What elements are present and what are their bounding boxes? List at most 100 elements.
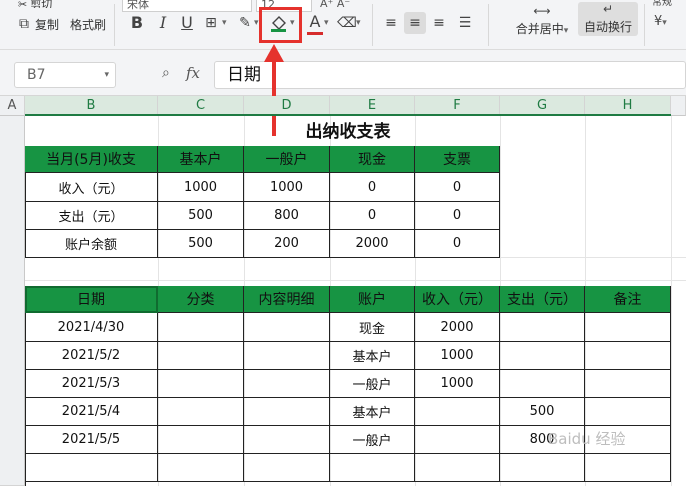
ledger-cell[interactable]	[158, 370, 244, 398]
ledger-cell[interactable]	[415, 454, 500, 482]
align-right-button[interactable]: ≡	[428, 12, 450, 34]
cell-style-button[interactable]: ✎	[234, 12, 256, 34]
summary-cell[interactable]: 0	[330, 202, 415, 230]
ledger-cell[interactable]: 2021/5/4	[25, 398, 158, 426]
summary-header-cell[interactable]: 一般户	[244, 146, 330, 173]
ledger-cell[interactable]	[500, 454, 585, 482]
font-name-select[interactable]: 宋体	[122, 0, 252, 12]
summary-cell[interactable]: 200	[244, 230, 330, 258]
ledger-cell[interactable]: 2000	[415, 313, 500, 342]
currency-button[interactable]: ¥▾	[654, 14, 667, 29]
chevron-down-icon[interactable]: ▾	[104, 63, 109, 87]
auto-wrap-button[interactable]: ↵ 自动换行	[578, 2, 638, 36]
summary-cell[interactable]: 0	[415, 230, 500, 258]
ledger-cell[interactable]	[500, 342, 585, 370]
chevron-down-icon[interactable]: ▾	[324, 18, 329, 28]
col-header-D[interactable]: D	[244, 96, 330, 116]
summary-cell[interactable]: 账户余额	[25, 230, 158, 258]
summary-header-cell[interactable]: 基本户	[158, 146, 244, 173]
ledger-cell[interactable]	[244, 313, 330, 342]
ledger-cell[interactable]: 500	[500, 398, 585, 426]
ledger-cell[interactable]	[244, 454, 330, 482]
summary-cell[interactable]: 1000	[158, 173, 244, 202]
cut-button[interactable]: ✂ 剪切	[18, 0, 52, 8]
ledger-cell[interactable]: 一般户	[330, 370, 415, 398]
ledger-cell[interactable]	[244, 398, 330, 426]
chevron-down-icon[interactable]: ▾	[254, 18, 259, 28]
ledger-cell[interactable]	[244, 426, 330, 454]
ledger-cell[interactable]	[415, 426, 500, 454]
ledger-header-cell[interactable]: 分类	[158, 286, 244, 313]
col-header-E[interactable]: E	[330, 96, 415, 116]
ledger-cell[interactable]	[158, 342, 244, 370]
ledger-cell[interactable]	[158, 454, 244, 482]
ledger-cell[interactable]: 基本户	[330, 398, 415, 426]
col-header-I[interactable]	[671, 96, 686, 116]
ledger-cell[interactable]: 一般户	[330, 426, 415, 454]
ledger-cell[interactable]: 2021/5/2	[25, 342, 158, 370]
number-format-select[interactable]: 常规	[652, 0, 686, 8]
ledger-cell[interactable]	[158, 313, 244, 342]
merge-center-button[interactable]: ⟷ 合并居中▾	[512, 4, 572, 44]
font-size-adjust[interactable]: A⁺ A⁻	[320, 0, 368, 10]
ledger-cell[interactable]	[330, 454, 415, 482]
ledger-cell[interactable]	[585, 342, 671, 370]
bold-button[interactable]: B	[126, 12, 148, 34]
ledger-cell[interactable]: 1000	[415, 370, 500, 398]
summary-cell[interactable]: 0	[415, 202, 500, 230]
summary-cell[interactable]: 0	[415, 173, 500, 202]
summary-cell[interactable]: 800	[244, 202, 330, 230]
summary-cell[interactable]: 500	[158, 202, 244, 230]
ledger-cell[interactable]	[25, 454, 158, 482]
ledger-cell[interactable]	[415, 398, 500, 426]
copy-button[interactable]: ⧉ 复制	[16, 14, 59, 34]
formula-input[interactable]: 日期	[214, 61, 686, 89]
align-center-button[interactable]: ≡	[404, 12, 426, 34]
summary-header-cell[interactable]: 当月(5月)收支	[25, 146, 158, 173]
col-header-F[interactable]: F	[415, 96, 500, 116]
ledger-header-cell[interactable]: 内容明细	[244, 286, 330, 313]
clear-format-button[interactable]: ⌫	[336, 12, 358, 34]
ledger-cell[interactable]	[585, 370, 671, 398]
row-headers[interactable]	[0, 116, 25, 486]
underline-button[interactable]: U	[176, 12, 198, 34]
ledger-cell[interactable]	[158, 426, 244, 454]
summary-cell[interactable]: 0	[330, 173, 415, 202]
summary-cell[interactable]: 2000	[330, 230, 415, 258]
ledger-cell[interactable]	[500, 370, 585, 398]
summary-cell[interactable]: 500	[158, 230, 244, 258]
align-left-button[interactable]: ≡	[380, 12, 402, 34]
ledger-cell[interactable]	[585, 313, 671, 342]
summary-cell[interactable]: 1000	[244, 173, 330, 202]
chevron-down-icon[interactable]: ▾	[222, 18, 227, 28]
ledger-cell[interactable]	[244, 370, 330, 398]
ledger-cell[interactable]: 2021/5/3	[25, 370, 158, 398]
ledger-header-cell[interactable]: 收入（元）	[415, 286, 500, 313]
italic-button[interactable]: I	[152, 12, 174, 34]
summary-cell[interactable]: 支出（元）	[25, 202, 158, 230]
ledger-cell[interactable]: 现金	[330, 313, 415, 342]
ledger-cell[interactable]: 1000	[415, 342, 500, 370]
col-header-H[interactable]: H	[585, 96, 671, 116]
distributed-align-button[interactable]: ☰	[454, 12, 476, 34]
ledger-cell[interactable]	[244, 342, 330, 370]
ledger-cell[interactable]: 基本户	[330, 342, 415, 370]
col-header-C[interactable]: C	[158, 96, 244, 116]
col-header-A[interactable]: A	[0, 96, 25, 116]
ledger-cell[interactable]	[158, 398, 244, 426]
format-painter-button[interactable]: 格式刷	[70, 14, 106, 34]
ledger-cell[interactable]: 2021/4/30	[25, 313, 158, 342]
col-header-B[interactable]: B	[25, 96, 158, 116]
zoom-formula-icon[interactable]: ⌕	[162, 65, 170, 81]
chevron-down-icon[interactable]: ▾	[356, 18, 361, 28]
ledger-header-cell[interactable]: 账户	[330, 286, 415, 313]
ledger-cell[interactable]	[585, 454, 671, 482]
function-button[interactable]: fx	[186, 64, 200, 82]
summary-cell[interactable]: 收入（元）	[25, 173, 158, 202]
col-header-G[interactable]: G	[500, 96, 585, 116]
ledger-header-cell[interactable]: 支出（元）	[500, 286, 585, 313]
summary-header-cell[interactable]: 支票	[415, 146, 500, 173]
ledger-cell[interactable]	[585, 398, 671, 426]
sheet-title[interactable]: 出纳收支表	[25, 119, 671, 145]
font-color-button[interactable]: A	[304, 11, 326, 33]
